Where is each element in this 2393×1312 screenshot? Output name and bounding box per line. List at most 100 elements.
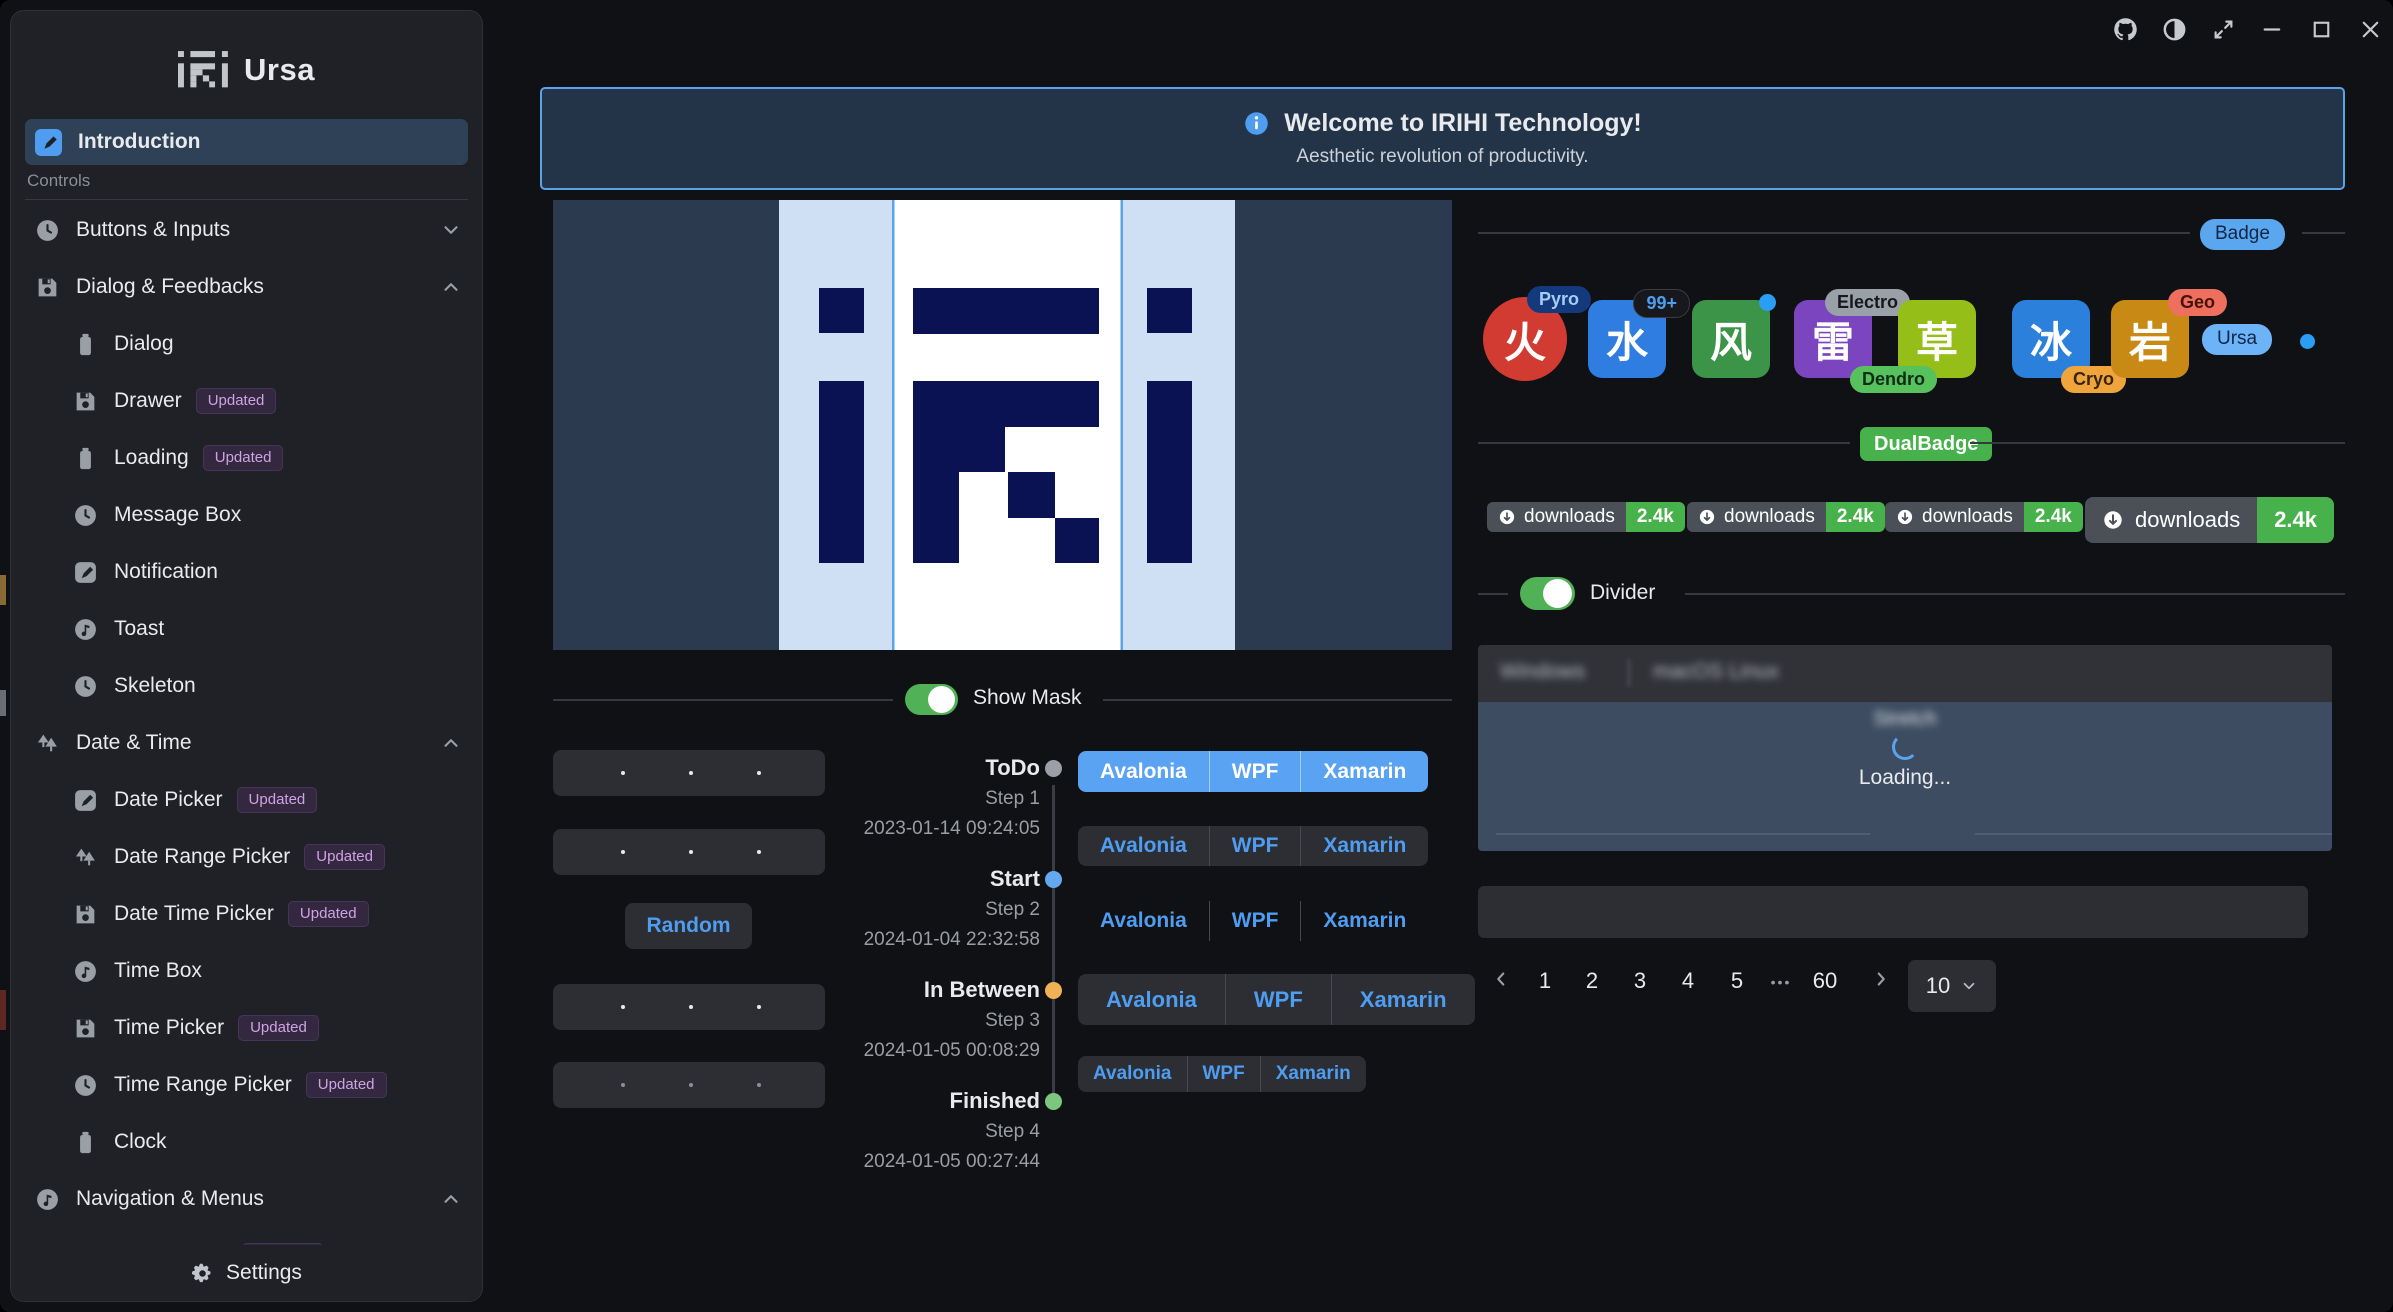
sidebar-item-buttons-inputs[interactable]: Buttons & Inputs <box>25 207 476 253</box>
sidebar-section-label: Controls <box>27 171 90 191</box>
close-icon <box>2357 16 2384 43</box>
dual-badge-value: 2.4k <box>1626 502 1685 532</box>
sidebar-item-drawer[interactable]: DrawerUpdated <box>25 378 476 424</box>
info-icon <box>1243 110 1270 137</box>
group-button-xamarin[interactable]: Xamarin <box>1300 826 1428 866</box>
brand-title: Ursa <box>244 52 315 88</box>
tab-separator <box>1628 659 1630 687</box>
settings-button[interactable]: Settings <box>11 1245 482 1301</box>
sidebar-item-toast[interactable]: Toast <box>25 606 476 652</box>
dual-badge-left: downloads <box>1487 502 1626 532</box>
loading-container: Windows macOS Linux Stretch Loading... <box>1478 645 2332 851</box>
sidebar-item-skeleton[interactable]: Skeleton <box>25 663 476 709</box>
ipv4-box[interactable] <box>553 984 825 1030</box>
step-title: Finished <box>950 1088 1040 1114</box>
divider-toggle[interactable] <box>1520 577 1575 610</box>
floppy-icon <box>73 902 98 927</box>
titlebar-button-maximize[interactable] <box>2308 16 2335 43</box>
pagination-prev-button[interactable] <box>1486 968 1516 996</box>
badge-tile[interactable]: 火Pyro <box>1483 297 1567 381</box>
divider-line <box>1975 833 2332 835</box>
badge-tile[interactable]: 风 <box>1692 300 1770 378</box>
badge-tile[interactable]: 草Dendro <box>1898 300 1976 378</box>
group-button-avalonia[interactable]: Avalonia <box>1078 826 1209 866</box>
pagination-page-5[interactable]: 5 <box>1722 968 1752 994</box>
empty-input-box[interactable] <box>1478 886 2308 938</box>
sidebar-item-date-range-picker[interactable]: Date Range PickerUpdated <box>25 834 476 880</box>
pagination-page-1[interactable]: 1 <box>1530 968 1560 994</box>
sidebar-item-clock[interactable]: Clock <box>25 1119 476 1165</box>
pagination-page-size-select[interactable]: 10 <box>1908 960 1996 1012</box>
pagination-page-3[interactable]: 3 <box>1625 968 1655 994</box>
sidebar-item-label: Drawer <box>114 389 182 413</box>
sidebar-item-loading[interactable]: LoadingUpdated <box>25 435 476 481</box>
group-button-avalonia[interactable]: Avalonia <box>1078 1056 1187 1092</box>
pagination-page-2[interactable]: 2 <box>1577 968 1607 994</box>
dualbadge-divider: DualBadge <box>1478 427 2345 459</box>
dual-badge[interactable]: downloads2.4k <box>1687 502 1885 532</box>
titlebar-button-close[interactable] <box>2357 16 2384 43</box>
tab-windows[interactable]: Windows <box>1500 660 1585 684</box>
sidebar-item-date-picker[interactable]: Date PickerUpdated <box>25 777 476 823</box>
clock-icon <box>73 674 98 699</box>
group-button-wpf[interactable]: WPF <box>1225 974 1331 1025</box>
spinner-icon <box>1892 734 1918 760</box>
sidebar-item-time-picker[interactable]: Time PickerUpdated <box>25 1005 476 1051</box>
ipv4-box[interactable] <box>553 829 825 875</box>
group-button-avalonia[interactable]: Avalonia <box>1078 974 1225 1025</box>
pagination-page-60[interactable]: 60 <box>1810 968 1840 994</box>
step-dot <box>1045 982 1062 999</box>
sidebar-item-notification[interactable]: Notification <box>25 549 476 595</box>
step-time: 2023-01-14 09:24:05 <box>864 818 1040 840</box>
maximize-icon <box>2308 16 2335 43</box>
ipv4-box-disabled[interactable] <box>553 1062 825 1108</box>
group-button-wpf[interactable]: WPF <box>1187 1056 1260 1092</box>
group-button-avalonia[interactable]: Avalonia <box>1078 901 1209 941</box>
group-button-wpf[interactable]: WPF <box>1209 901 1301 941</box>
titlebar-button-minimize[interactable] <box>2259 16 2286 43</box>
badge-pill-dendro: Dendro <box>1850 366 1937 393</box>
titlebar-button-theme[interactable] <box>2161 16 2188 43</box>
pagination-ellipsis[interactable]: ••• <box>1766 974 1796 990</box>
badge-tile[interactable]: 冰Cryo <box>2012 300 2090 378</box>
badge-divider: Badge <box>1478 219 2345 249</box>
tab-macos-linux[interactable]: macOS Linux <box>1653 660 1779 684</box>
group-button-xamarin[interactable]: Xamarin <box>1300 751 1428 792</box>
battery-icon <box>73 1130 98 1155</box>
note-icon <box>35 1187 60 1212</box>
titlebar-button-github[interactable] <box>2112 16 2139 43</box>
irihi-hero-image <box>553 200 1452 650</box>
sidebar-item-message-box[interactable]: Message Box <box>25 492 476 538</box>
show-mask-toggle[interactable] <box>905 684 958 715</box>
sidebar-item-dialog-feedbacks[interactable]: Dialog & Feedbacks <box>25 264 476 310</box>
ipv4-box[interactable] <box>553 750 825 796</box>
badge-tile[interactable]: 水99+ <box>1588 300 1666 378</box>
dual-badge-left: downloads <box>1687 502 1826 532</box>
sidebar-item-navigation-menus[interactable]: Navigation & Menus <box>25 1176 476 1222</box>
sidebar-item-time-range-picker[interactable]: Time Range PickerUpdated <box>25 1062 476 1108</box>
titlebar-button-expand[interactable] <box>2210 16 2237 43</box>
group-button-avalonia[interactable]: Avalonia <box>1078 751 1209 792</box>
download-icon <box>2102 509 2124 531</box>
button-group-solid: AvaloniaWPFXamarin <box>1078 751 1428 792</box>
download-icon <box>1896 508 1914 526</box>
group-button-xamarin[interactable]: Xamarin <box>1300 901 1428 941</box>
dual-badge[interactable]: downloads2.4k <box>2085 497 2334 543</box>
random-button[interactable]: Random <box>625 903 752 949</box>
sidebar-item-introduction[interactable]: Introduction <box>25 119 468 165</box>
pagination-page-4[interactable]: 4 <box>1673 968 1703 994</box>
badge-tile[interactable]: 岩Geo <box>2111 300 2189 378</box>
sidebar-item-time-box[interactable]: Time Box <box>25 948 476 994</box>
group-button-xamarin[interactable]: Xamarin <box>1331 974 1475 1025</box>
dual-badge[interactable]: downloads2.4k <box>1885 502 2083 532</box>
group-button-xamarin[interactable]: Xamarin <box>1260 1056 1366 1092</box>
sidebar-item-dialog[interactable]: Dialog <box>25 321 476 367</box>
updated-badge: Updated <box>288 901 369 927</box>
pagination-next-button[interactable] <box>1866 968 1896 996</box>
group-button-wpf[interactable]: WPF <box>1209 826 1301 866</box>
sidebar-item-date-time[interactable]: Date & Time <box>25 720 476 766</box>
dual-badge[interactable]: downloads2.4k <box>1487 502 1685 532</box>
sidebar-item-date-time-picker[interactable]: Date Time PickerUpdated <box>25 891 476 937</box>
group-button-wpf[interactable]: WPF <box>1209 751 1301 792</box>
sidebar-item-label: Date Range Picker <box>114 845 290 869</box>
